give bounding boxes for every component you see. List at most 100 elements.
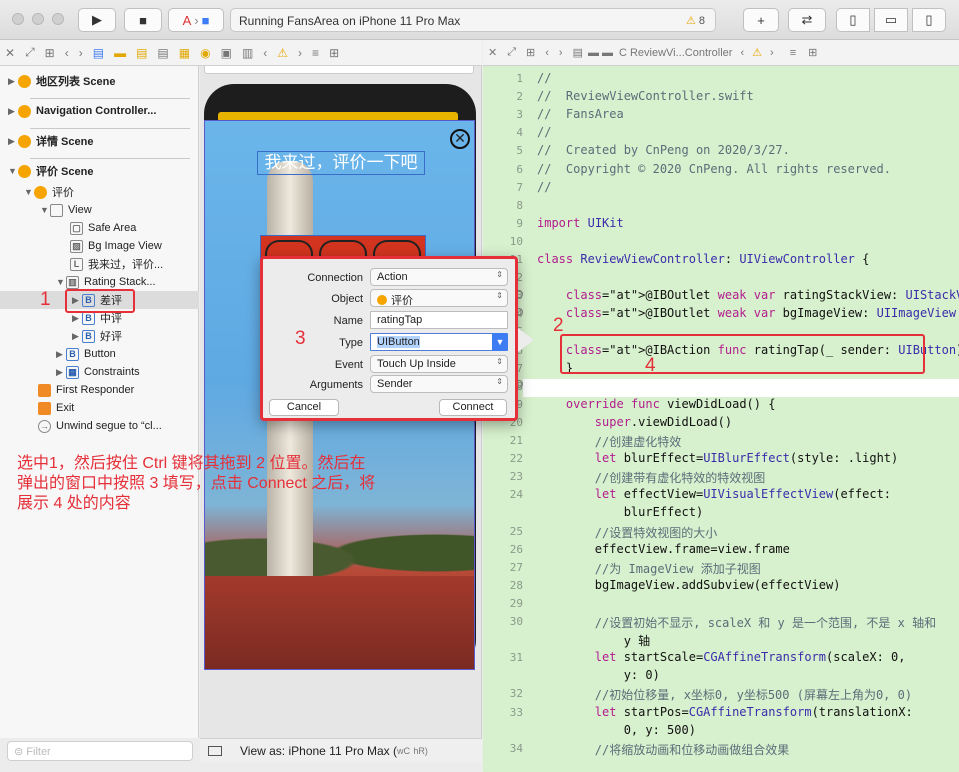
lines-icon[interactable]: ≡	[312, 46, 319, 60]
code-line[interactable]: let startScale=CGAffineTransform(scaleX:…	[537, 650, 906, 664]
chevron-right-icon[interactable]: ›	[298, 46, 302, 60]
code-line[interactable]: y 轴	[537, 632, 650, 649]
controller-icon[interactable]: ◉	[200, 46, 210, 60]
folder-icon[interactable]: ▬	[602, 47, 613, 59]
outline-label-item[interactable]: L 我来过，评价...	[70, 255, 163, 273]
outline-bg-image[interactable]: ▨ Bg Image View	[70, 237, 162, 255]
chevron-left-icon[interactable]: ‹	[65, 46, 69, 60]
add-editor-icon[interactable]: ⊞	[329, 46, 339, 60]
cancel-button[interactable]: Cancel	[269, 399, 339, 416]
outline-safe-area[interactable]: ▢ Safe Area	[70, 219, 136, 237]
close-icon[interactable]: ✕	[450, 129, 470, 149]
run-button[interactable]: ▶	[78, 8, 116, 32]
stop-button[interactable]: ■	[124, 8, 162, 32]
grid-icon[interactable]: ⊞	[526, 46, 535, 59]
chevron-left-icon[interactable]: ‹	[740, 47, 744, 59]
filter-input[interactable]: ⊜ Filter	[7, 741, 193, 761]
chevron-right-icon[interactable]: ›	[770, 47, 774, 59]
code-line[interactable]: //	[537, 180, 551, 194]
code-line[interactable]: let effectView=UIVisualEffectView(effect…	[537, 487, 891, 501]
code-line[interactable]: let blurEffect=UIBlurEffect(style: .ligh…	[537, 451, 898, 465]
code-line[interactable]: // Copyright © 2020 CnPeng. All rights r…	[537, 162, 891, 176]
code-line[interactable]: import UIKit	[537, 216, 624, 230]
type-combo[interactable]: UIButton ▼	[370, 333, 508, 351]
scene-row-detail[interactable]: ▶ 详情 Scene	[8, 132, 93, 150]
code-line[interactable]: super.viewDidLoad()	[537, 415, 732, 429]
chevron-right-icon[interactable]: ›	[559, 47, 563, 59]
code-line[interactable]: //为 ImageView 添加子视图	[537, 560, 761, 577]
outline-review-controller[interactable]: ▼ 评价	[24, 183, 74, 201]
code-line[interactable]: // FansArea	[537, 107, 624, 121]
scene-title-label[interactable]: 我来过，评价一下吧	[257, 151, 425, 175]
outline-button[interactable]: ▶ B Button	[56, 345, 116, 363]
toggle-debug-area-button[interactable]: ▭	[874, 8, 908, 32]
storyboard-icon[interactable]: ▤	[136, 46, 147, 60]
device-config-bar[interactable]: View as: iPhone 11 Pro Max (wC hR)	[200, 738, 482, 762]
event-select[interactable]: Touch Up Inside ⇕	[370, 355, 508, 373]
warning-count[interactable]: ⚠ 8	[686, 14, 705, 27]
file-icon[interactable]: ▤	[573, 46, 583, 59]
scheme-selector[interactable]: A › ■	[168, 8, 224, 32]
toggle-navigator-button[interactable]: ▯	[836, 8, 870, 32]
scene-row-review[interactable]: ▼ 评价 Scene	[8, 162, 93, 180]
outline-view[interactable]: ▼ View	[40, 201, 92, 219]
object-select[interactable]: 评价 ⇕	[370, 289, 508, 307]
code-line[interactable]	[523, 378, 959, 397]
folder-icon[interactable]: ▬	[588, 47, 599, 59]
code-line[interactable]: effectView.frame=view.frame	[537, 542, 790, 556]
arguments-select[interactable]: Sender ⇕	[370, 375, 508, 393]
code-line[interactable]: let startPos=CGAffineTransform(translati…	[537, 705, 913, 719]
close-icon[interactable]: ✕	[5, 46, 15, 60]
scene-icon[interactable]: ▦	[179, 46, 190, 60]
code-line[interactable]: 0, y: 500)	[537, 723, 696, 737]
view-icon[interactable]: ▣	[221, 46, 232, 60]
code-line[interactable]: //创建虚化特效	[537, 433, 681, 450]
outline-exit[interactable]: Exit	[38, 399, 74, 417]
chevron-down-icon[interactable]: ▼	[492, 333, 508, 351]
close-window-button[interactable]	[12, 13, 24, 25]
connection-select[interactable]: Action ⇕	[370, 268, 508, 286]
code-line[interactable]: // Created by CnPeng on 2020/3/27.	[537, 143, 790, 157]
minimize-window-button[interactable]	[32, 13, 44, 25]
close-icon[interactable]: ✕	[488, 46, 497, 59]
add-editor-icon[interactable]: ⊞	[808, 46, 817, 59]
code-line[interactable]: //	[537, 125, 551, 139]
code-line[interactable]: // ReviewViewController.swift	[537, 89, 754, 103]
expand-icon[interactable]: ⤢	[25, 45, 35, 60]
code-line[interactable]: class ReviewViewController: UIViewContro…	[537, 252, 869, 266]
expand-icon[interactable]: ⤢	[507, 46, 516, 59]
editor-filename[interactable]: ReviewVi...Controller	[630, 47, 733, 59]
scene-row-region-list[interactable]: ▶ 地区列表 Scene	[8, 72, 115, 90]
outline-good-button[interactable]: ▶ B 好评	[72, 327, 122, 345]
warning-icon[interactable]: ⚠	[752, 46, 762, 59]
warning-icon[interactable]: ⚠	[277, 46, 288, 60]
zoom-window-button[interactable]	[52, 13, 64, 25]
chevron-left-icon[interactable]: ‹	[545, 47, 549, 59]
name-field[interactable]: ratingTap	[370, 311, 508, 329]
source-editor[interactable]: 1 // 2 // ReviewViewController.swift 3 // Fan…	[483, 66, 959, 772]
code-review-button[interactable]: ⇄	[788, 8, 826, 32]
code-line[interactable]: //设置初始不显示, scaleX 和 y 是一个范围, 不是 x 轴和	[537, 614, 936, 631]
outline-unwind-segue[interactable]: → Unwind segue to “cl...	[38, 417, 162, 435]
code-line[interactable]: //	[537, 71, 551, 85]
code-line[interactable]: y: 0)	[537, 668, 660, 682]
code-line[interactable]: //创建带有虚化特效的特效视图	[537, 469, 765, 486]
code-line[interactable]: bgImageView.addSubview(effectView)	[537, 578, 841, 592]
connect-button[interactable]: Connect	[439, 399, 507, 416]
code-line[interactable]: override func viewDidLoad() {	[537, 397, 776, 411]
chevron-right-icon[interactable]: ›	[79, 46, 83, 60]
stack-icon[interactable]: ▥	[242, 46, 253, 60]
library-button[interactable]: +	[743, 8, 779, 32]
code-line[interactable]: //设置特效视图的大小	[537, 524, 717, 541]
outline-first-responder[interactable]: First Responder	[38, 381, 134, 399]
toggle-inspector-button[interactable]: ▯	[912, 8, 946, 32]
code-line[interactable]: blurEffect)	[537, 505, 703, 519]
lines-icon[interactable]: ≡	[790, 47, 796, 59]
chevron-left-icon[interactable]: ‹	[263, 46, 267, 60]
doc-icon[interactable]: ▤	[157, 46, 168, 60]
code-line[interactable]: class="at">@IBOutlet weak var ratingStac…	[537, 288, 959, 302]
folder-icon[interactable]: ▬	[114, 46, 126, 60]
scene-row-navigation[interactable]: ▶ Navigation Controller...	[8, 102, 156, 120]
code-line[interactable]: //初始位移量, x坐标0, y坐标500 (屏幕左上角为0, 0)	[537, 686, 912, 703]
outline-constraints[interactable]: ▶ ▦ Constraints	[56, 363, 140, 381]
